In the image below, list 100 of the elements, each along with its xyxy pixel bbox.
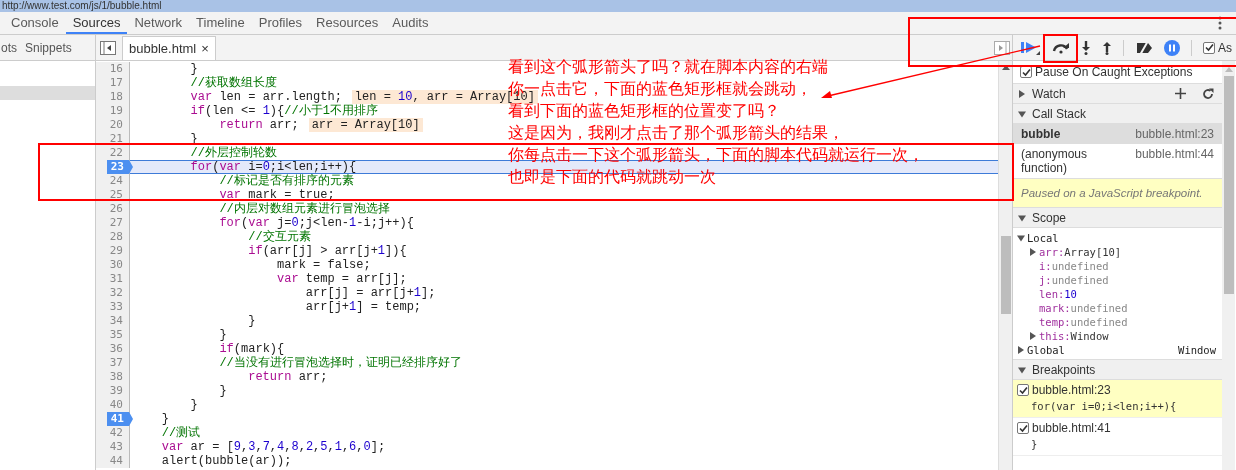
expanded-triangle-icon[interactable]: [1018, 213, 1026, 222]
panel-tab[interactable]: Audits: [385, 12, 436, 34]
refresh-icon[interactable]: [1202, 87, 1214, 100]
pause-on-caught-label: Pause On Caught Exceptions: [1035, 65, 1193, 79]
code-line: var mark = true;: [218, 188, 335, 202]
line-number: 43: [108, 440, 124, 454]
code-line: if(len <= 1){//小于1不用排序: [189, 104, 378, 118]
scrollbar[interactable]: [1222, 61, 1235, 470]
section-header[interactable]: Breakpoints: [1013, 360, 1222, 380]
close-tab-button[interactable]: ×: [201, 41, 209, 56]
breakpoint-code: for(var i=0;i<len;i++){: [1030, 399, 1178, 414]
line-number: 19: [108, 104, 124, 118]
expanded-triangle-icon[interactable]: [1018, 365, 1026, 374]
expanded-triangle-icon[interactable]: [1018, 109, 1026, 118]
line-number: 25: [108, 188, 124, 202]
breakpoint-item[interactable]: bubble.html:23 for(var i=0;i<len;i++){: [1013, 380, 1222, 418]
line-number: 36: [108, 342, 124, 356]
code-line: return arr;: [218, 118, 299, 132]
code-line: arr[j+1] = temp;: [304, 300, 422, 314]
navigator-tab[interactable]: ots: [1, 40, 17, 55]
collapsed-triangle-icon[interactable]: [1018, 89, 1026, 98]
collapsed-triangle-icon[interactable]: [1017, 346, 1025, 354]
line-number: 20: [108, 118, 124, 132]
checkbox[interactable]: [1017, 384, 1029, 396]
code-line: }: [218, 384, 227, 398]
sidebar-toggle-icon[interactable]: [100, 40, 116, 55]
line-number: 33: [108, 300, 124, 314]
code-line: //当没有进行冒泡选择时，证明已经排序好了: [218, 356, 462, 370]
breakpoint-code: }: [1030, 437, 1039, 452]
code-line: if(arr[j] > arr[j+1]){: [247, 244, 407, 258]
checkbox[interactable]: [1203, 41, 1215, 54]
code-line: mark = false;: [276, 258, 371, 272]
code-line: }: [189, 62, 198, 76]
section-title: Scope: [1032, 210, 1067, 225]
add-icon[interactable]: [1175, 88, 1186, 99]
paused-message: Paused on a JavaScript breakpoint.: [1013, 178, 1222, 208]
scroll-up-icon[interactable]: [1001, 65, 1010, 70]
variable-value: 10: [1064, 288, 1077, 300]
code-line: //标记是否有排序的元素: [218, 174, 354, 188]
line-number: 30: [108, 258, 124, 272]
code-line: if(mark){: [218, 342, 285, 356]
line-number: 28: [108, 230, 124, 244]
scrollbar-thumb[interactable]: [1000, 236, 1011, 314]
code-line: arr[j] = arr[j+1];: [304, 286, 436, 300]
file-tab[interactable]: bubble.html ×: [122, 36, 216, 60]
address-text: http://www.test.com/js/1/bubble.html: [1, 0, 162, 12]
variable-name: i:: [1039, 260, 1052, 272]
code-line: }: [247, 314, 256, 328]
variable-name: mark:: [1039, 302, 1071, 314]
scrollbar-thumb[interactable]: [1223, 76, 1234, 294]
section-header[interactable]: Call Stack: [1013, 104, 1222, 124]
variable-name: j:: [1039, 274, 1052, 286]
checkbox[interactable]: [1017, 422, 1029, 434]
line-number: 18: [108, 90, 124, 104]
section-header[interactable]: Scope: [1013, 208, 1222, 228]
deactivate-breakpoints-icon[interactable]: [1135, 40, 1153, 55]
code-line: for(var j=0;j<len-1-i;j++){: [218, 216, 414, 230]
code-line: //外层控制轮数: [189, 146, 277, 160]
line-number: 42: [108, 426, 124, 440]
line-number: 21: [108, 132, 124, 146]
line-number: 16: [108, 62, 124, 76]
call-frame[interactable]: bubble bubble.html:23: [1013, 124, 1222, 144]
code-line: //获取数组长度: [189, 76, 277, 90]
collapsed-triangle-icon[interactable]: [1029, 332, 1037, 340]
code-line: alert(bubble(ar));: [160, 454, 292, 468]
step-over-icon[interactable]: [1052, 41, 1070, 54]
section-header[interactable]: Watch: [1013, 84, 1222, 104]
variable-value: Array[10]: [1064, 246, 1122, 258]
code-line: //内层对数组元素进行冒泡选择: [218, 202, 390, 216]
variable-value: undefined: [1051, 260, 1109, 272]
code-line: }: [189, 398, 198, 412]
line-number: 32: [108, 286, 124, 300]
collapsed-triangle-icon[interactable]: [1029, 248, 1037, 256]
step-out-icon[interactable]: [1102, 40, 1112, 55]
panel-tab[interactable]: Resources: [309, 12, 386, 34]
line-number: 22: [108, 146, 124, 160]
resume-icon[interactable]: [1021, 39, 1041, 56]
frame-location: bubble.html:44: [1135, 147, 1214, 163]
panel-tab[interactable]: Profiles: [251, 12, 310, 34]
line-number: 27: [108, 216, 124, 230]
breakpoint-location: bubble.html:23: [1032, 383, 1111, 397]
line-number: 44: [108, 454, 124, 468]
line-number: 29: [108, 244, 124, 258]
scrollbar[interactable]: [998, 61, 1012, 470]
breakpoint-location: bubble.html:41: [1032, 421, 1111, 435]
panel-tab[interactable]: Console: [4, 12, 66, 34]
step-into-icon[interactable]: [1081, 40, 1091, 55]
panel-tab[interactable]: Network: [127, 12, 190, 34]
annotation-text: 这是因为，我刚才点击了那个弧形箭头的结果，: [508, 122, 845, 144]
expanded-triangle-icon[interactable]: [1017, 234, 1025, 242]
navigator-tab[interactable]: Snippets: [25, 40, 72, 55]
variable-value: undefined: [1070, 316, 1128, 328]
panel-tab[interactable]: Timeline: [189, 12, 252, 34]
sidebar-toggle-icon[interactable]: [994, 40, 1010, 55]
line-number: 24: [108, 174, 124, 188]
variable-name: this:: [1039, 330, 1071, 342]
section-title: Call Stack: [1032, 106, 1087, 121]
pause-icon[interactable]: [1164, 39, 1180, 56]
code-line: //交互元素: [247, 230, 311, 244]
line-number: 39: [108, 384, 124, 398]
